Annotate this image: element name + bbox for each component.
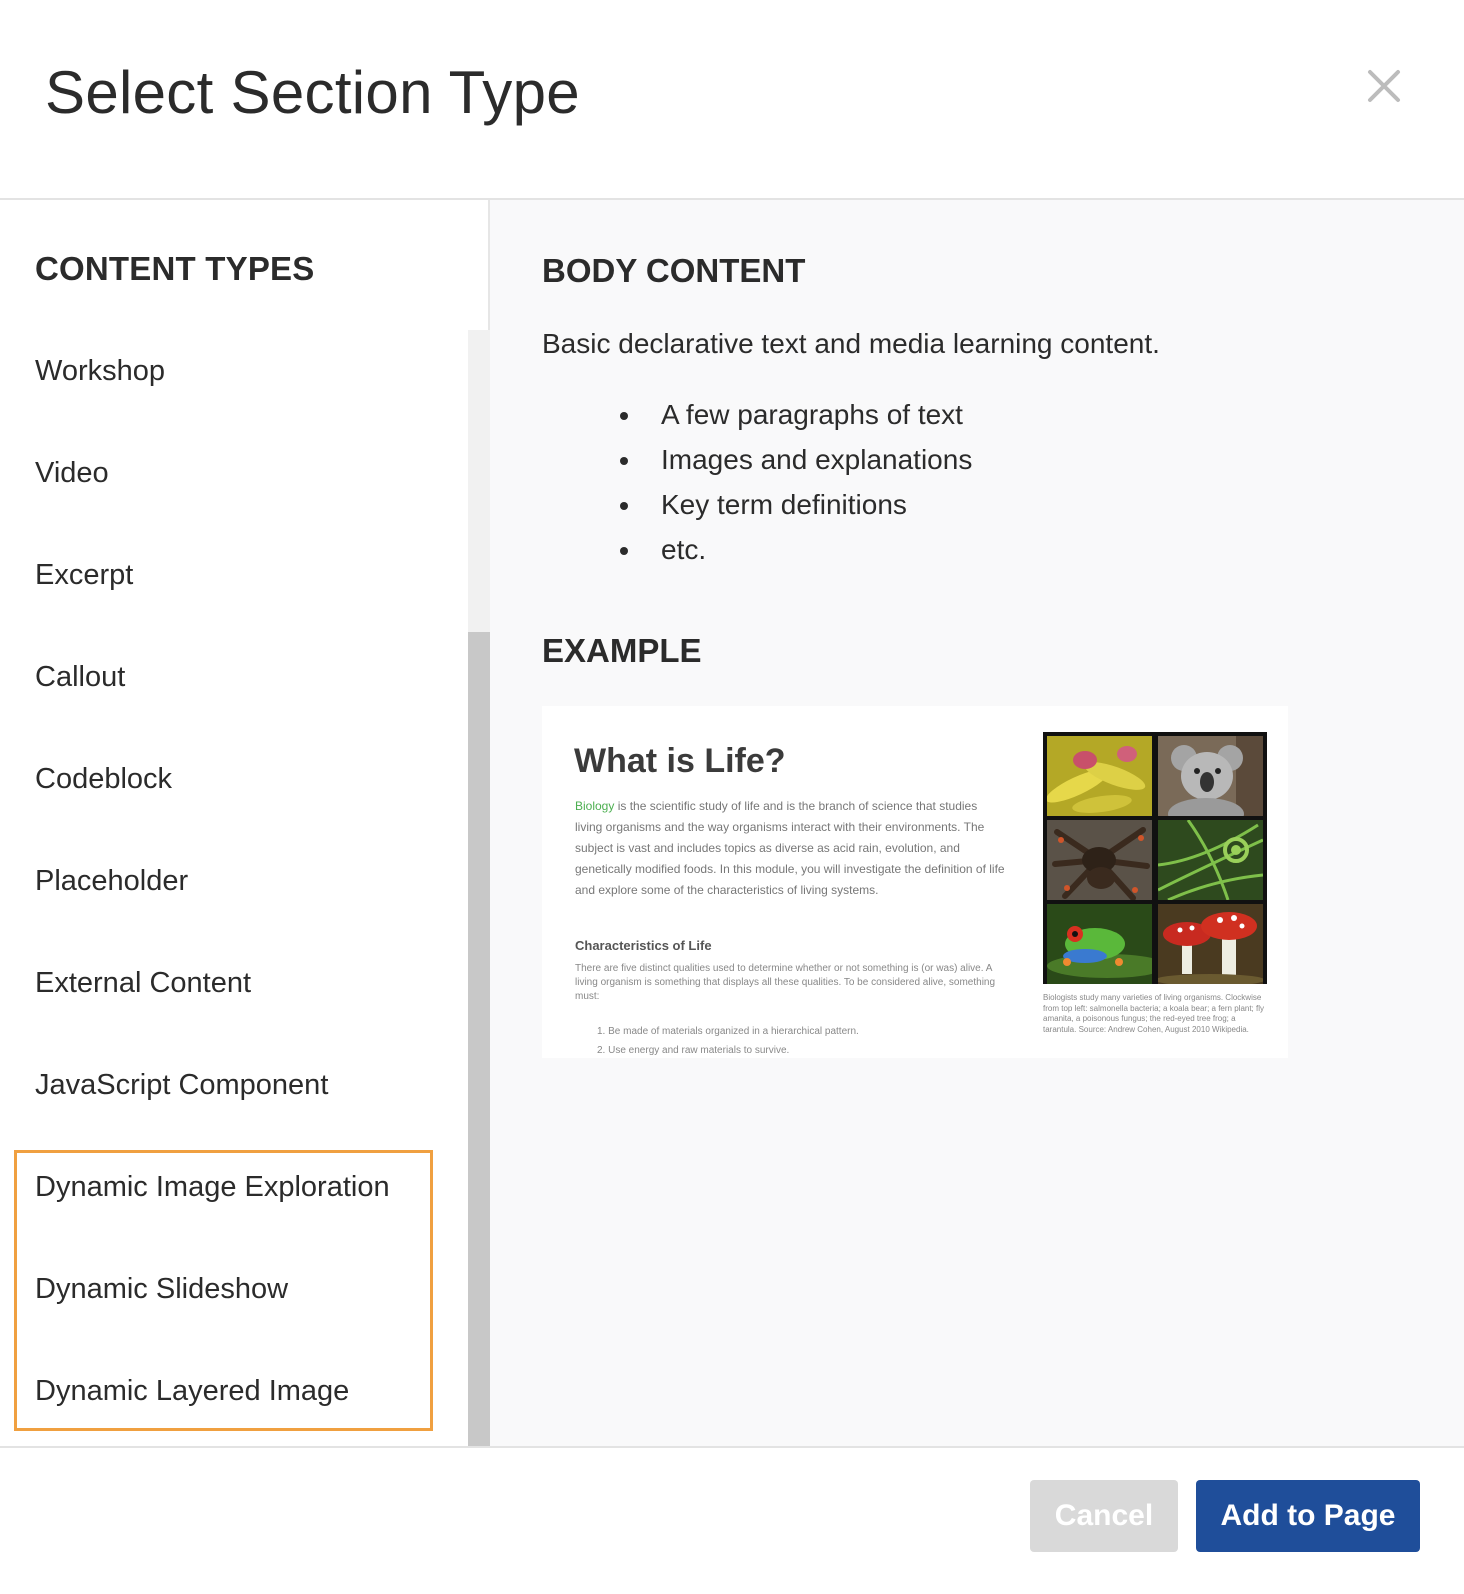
photo-grid-caption: Biologists study many varieties of livin… [1043,993,1265,1034]
content-types-sidebar: CONTENT TYPES Workshop Video Excerpt Cal… [0,200,490,1446]
cancel-button[interactable]: Cancel [1030,1480,1178,1552]
content-type-callout[interactable]: Callout [0,626,460,728]
bullet-item: Key term definitions [619,482,972,527]
dialog-title: Select Section Type [45,59,580,126]
content-type-codeblock[interactable]: Codeblock [0,728,460,830]
example-heading: EXAMPLE [542,632,702,669]
content-type-video[interactable]: Video [0,422,460,524]
example-paragraph: Biology is the scientific study of life … [575,799,1005,897]
sidebar-scrollbar-thumb[interactable] [468,632,490,1446]
body-content-heading: BODY CONTENT [542,252,806,289]
content-type-javascript-component[interactable]: JavaScript Component [0,1034,460,1136]
sidebar-scrollbar[interactable] [468,330,490,1446]
body-content-description: Basic declarative text and media learnin… [542,328,1160,359]
close-icon[interactable] [1362,64,1406,108]
example-link-word: Biology [575,799,615,813]
example-list-item: 1. Be made of materials organized in a h… [597,1026,859,1037]
example-list-item: 2. Use energy and raw materials to survi… [597,1045,790,1056]
content-types-heading: CONTENT TYPES [35,250,315,287]
content-type-external-content[interactable]: External Content [0,932,460,1034]
tarantula-photo [1047,820,1152,900]
content-type-dynamic-layered-image[interactable]: Dynamic Layered Image [0,1340,460,1442]
content-type-dynamic-image-exploration[interactable]: Dynamic Image Exploration [0,1136,460,1238]
fly-amanita-photo [1158,904,1263,984]
tree-frog-photo [1047,904,1152,984]
content-type-placeholder[interactable]: Placeholder [0,830,460,932]
fern-photo [1158,820,1263,900]
bullet-item: etc. [619,527,972,572]
example-preview-image: What is Life? Biology is the scientific … [542,706,1288,1058]
body-content-bullets: A few paragraphs of text Images and expl… [619,392,972,572]
section-preview-panel: BODY CONTENT Basic declarative text and … [490,200,1464,1446]
content-type-workshop[interactable]: Workshop [0,320,460,422]
example-paragraph-2: There are five distinct qualities used t… [575,963,996,1002]
example-title: What is Life? [574,742,786,780]
example-list: 1. Be made of materials organized in a h… [597,1022,859,1058]
koala-photo [1158,736,1263,816]
bullet-item: Images and explanations [619,437,972,482]
add-to-page-button[interactable]: Add to Page [1196,1480,1420,1552]
example-subheading: Characteristics of Life [575,938,712,953]
bullet-item: A few paragraphs of text [619,392,972,437]
content-types-list: Workshop Video Excerpt Callout Codeblock… [0,320,460,1442]
content-type-excerpt[interactable]: Excerpt [0,524,460,626]
organism-photo-grid [1043,732,1267,984]
dialog-footer: Cancel Add to Page [0,1446,1464,1594]
dialog-header: Select Section Type [0,0,1464,200]
content-type-dynamic-slideshow[interactable]: Dynamic Slideshow [0,1238,460,1340]
salmonella-photo [1047,736,1152,816]
